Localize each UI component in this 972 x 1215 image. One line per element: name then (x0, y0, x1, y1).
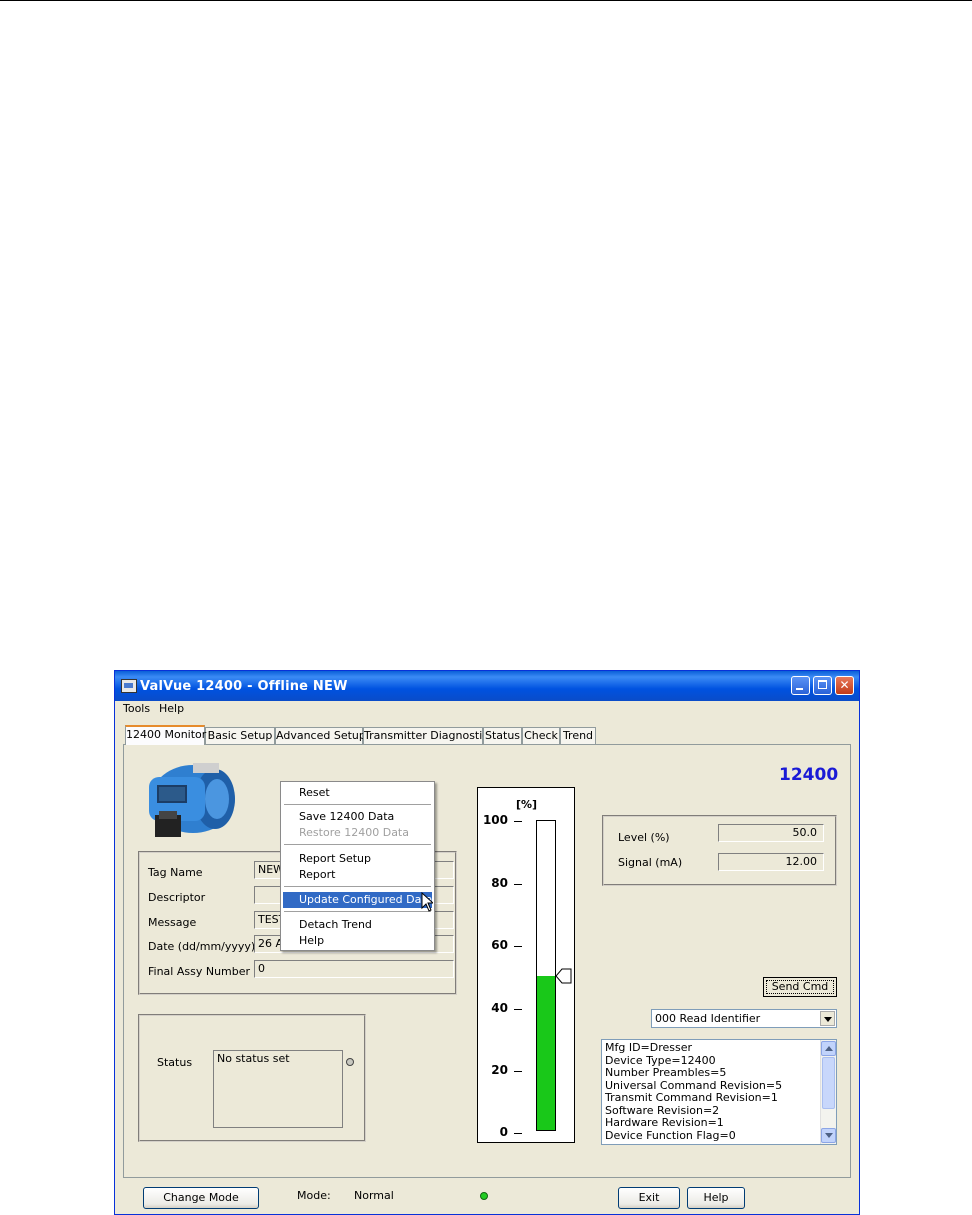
signal-value: 12.00 (718, 853, 824, 871)
tab-trend[interactable]: Trend (560, 727, 596, 744)
descriptor-label: Descriptor (148, 891, 206, 904)
send-cmd-button[interactable]: Send Cmd (763, 977, 837, 997)
exit-button[interactable]: Exit (618, 1187, 680, 1209)
mode-indicator (480, 1192, 488, 1200)
mode-value: Normal (354, 1189, 394, 1202)
level-value: 50.0 (718, 824, 824, 842)
menu-separator (284, 911, 431, 912)
close-button[interactable]: ✕ (835, 676, 854, 695)
mode-label: Mode: (297, 1189, 331, 1202)
gauge-fill (537, 975, 555, 1130)
status-label: Status (157, 1056, 193, 1069)
tag-name-label: Tag Name (148, 866, 203, 879)
status-text: No status set (213, 1050, 343, 1128)
tab-basic-setup[interactable]: Basic Setup (205, 727, 275, 744)
window-title: ValVue 12400 - Offline NEW (140, 679, 348, 694)
scroll-down-icon[interactable] (821, 1128, 836, 1143)
title-bar[interactable]: ValVue 12400 - Offline NEW ✕ (115, 671, 859, 701)
tick-100 (514, 821, 522, 822)
chevron-down-icon[interactable] (820, 1011, 835, 1026)
date-label: Date (dd/mm/yyyy) (148, 940, 256, 953)
menu-item-help[interactable]: Help (283, 933, 432, 949)
menu-help[interactable]: Help (159, 702, 184, 715)
mouse-cursor-icon (421, 892, 433, 912)
level-pointer-icon (556, 968, 572, 983)
menu-item-reset[interactable]: Reset (283, 785, 432, 801)
command-select[interactable]: 000 Read Identifier (651, 1009, 837, 1028)
maximize-button[interactable] (813, 676, 832, 695)
level-gauge: [%] 100 80 60 40 20 0 (477, 787, 575, 1143)
signal-label: Signal (mA) (618, 856, 683, 869)
tick-40 (514, 1009, 522, 1010)
tick-label-60: 60 (491, 938, 508, 952)
maximize-icon (818, 680, 827, 689)
menu-item-update-configured-data[interactable]: Update Configured Data (283, 892, 432, 908)
response-line: Hardware Revision=1 (605, 1116, 724, 1129)
menu-item-detach-trend[interactable]: Detach Trend (283, 917, 432, 933)
gauge-unit: [%] (516, 798, 538, 811)
response-line: Number Preambles=5 (605, 1066, 727, 1079)
level-label: Level (%) (618, 831, 670, 844)
app-icon (121, 679, 137, 693)
response-line: Transmit Command Revision=1 (605, 1091, 778, 1104)
tab-advanced-setup[interactable]: Advanced Setup (275, 727, 366, 744)
change-mode-button[interactable]: Change Mode (143, 1187, 259, 1209)
app-window: ValVue 12400 - Offline NEW ✕ Tools Help … (114, 670, 860, 1215)
tick-20 (514, 1071, 522, 1072)
tick-label-100: 100 (482, 813, 508, 827)
help-button[interactable]: Help (687, 1187, 745, 1209)
message-label: Message (148, 916, 197, 929)
command-select-value: 000 Read Identifier (655, 1012, 761, 1025)
tab-12400-monitor[interactable]: 12400 Monitor (125, 725, 206, 745)
tick-0 (514, 1133, 522, 1134)
menu-item-report[interactable]: Report (283, 867, 432, 883)
response-scrollbar[interactable] (820, 1040, 836, 1144)
response-line: Device Function Flag=0 (605, 1128, 736, 1142)
tick-label-20: 20 (491, 1063, 508, 1077)
menu-separator (284, 886, 431, 887)
tick-label-40: 40 (491, 1001, 508, 1015)
scroll-up-icon[interactable] (821, 1041, 836, 1056)
tab-check[interactable]: Check (522, 727, 560, 744)
tick-label-0: 0 (499, 1125, 508, 1139)
context-menu: Reset Save 12400 Data Restore 12400 Data… (280, 781, 435, 951)
model-label: 12400 (779, 765, 839, 785)
response-line: Mfg ID=Dresser (605, 1041, 693, 1054)
status-led (346, 1058, 354, 1066)
menu-item-save-data[interactable]: Save 12400 Data (283, 809, 432, 825)
gauge-column (536, 820, 556, 1131)
tab-transmitter-diagnostics[interactable]: Transmitter Diagnostics (363, 727, 494, 744)
minimize-button[interactable] (791, 676, 810, 695)
page-top-rule (0, 0, 972, 1)
scroll-thumb[interactable] (822, 1057, 835, 1109)
menu-separator (284, 844, 431, 845)
menu-item-report-setup[interactable]: Report Setup (283, 851, 432, 867)
response-lines: Mfg ID=Dresser Device Type=12400 Number … (602, 1040, 836, 1142)
device-image (149, 763, 235, 837)
close-icon: ✕ (839, 678, 850, 692)
menu-tools[interactable]: Tools (123, 702, 150, 715)
menu-item-restore-data: Restore 12400 Data (299, 826, 409, 839)
tick-80 (514, 884, 522, 885)
tick-60 (514, 946, 522, 947)
menu-separator (284, 804, 431, 805)
tick-label-80: 80 (491, 876, 508, 890)
minimize-icon (796, 688, 803, 690)
tab-status[interactable]: Status (483, 727, 522, 744)
final-assy-label: Final Assy Number (148, 965, 251, 978)
response-list[interactable]: Mfg ID=Dresser Device Type=12400 Number … (601, 1039, 837, 1145)
final-assy-field[interactable]: 0 (254, 960, 454, 978)
menu-bar: Tools Help (115, 701, 859, 717)
